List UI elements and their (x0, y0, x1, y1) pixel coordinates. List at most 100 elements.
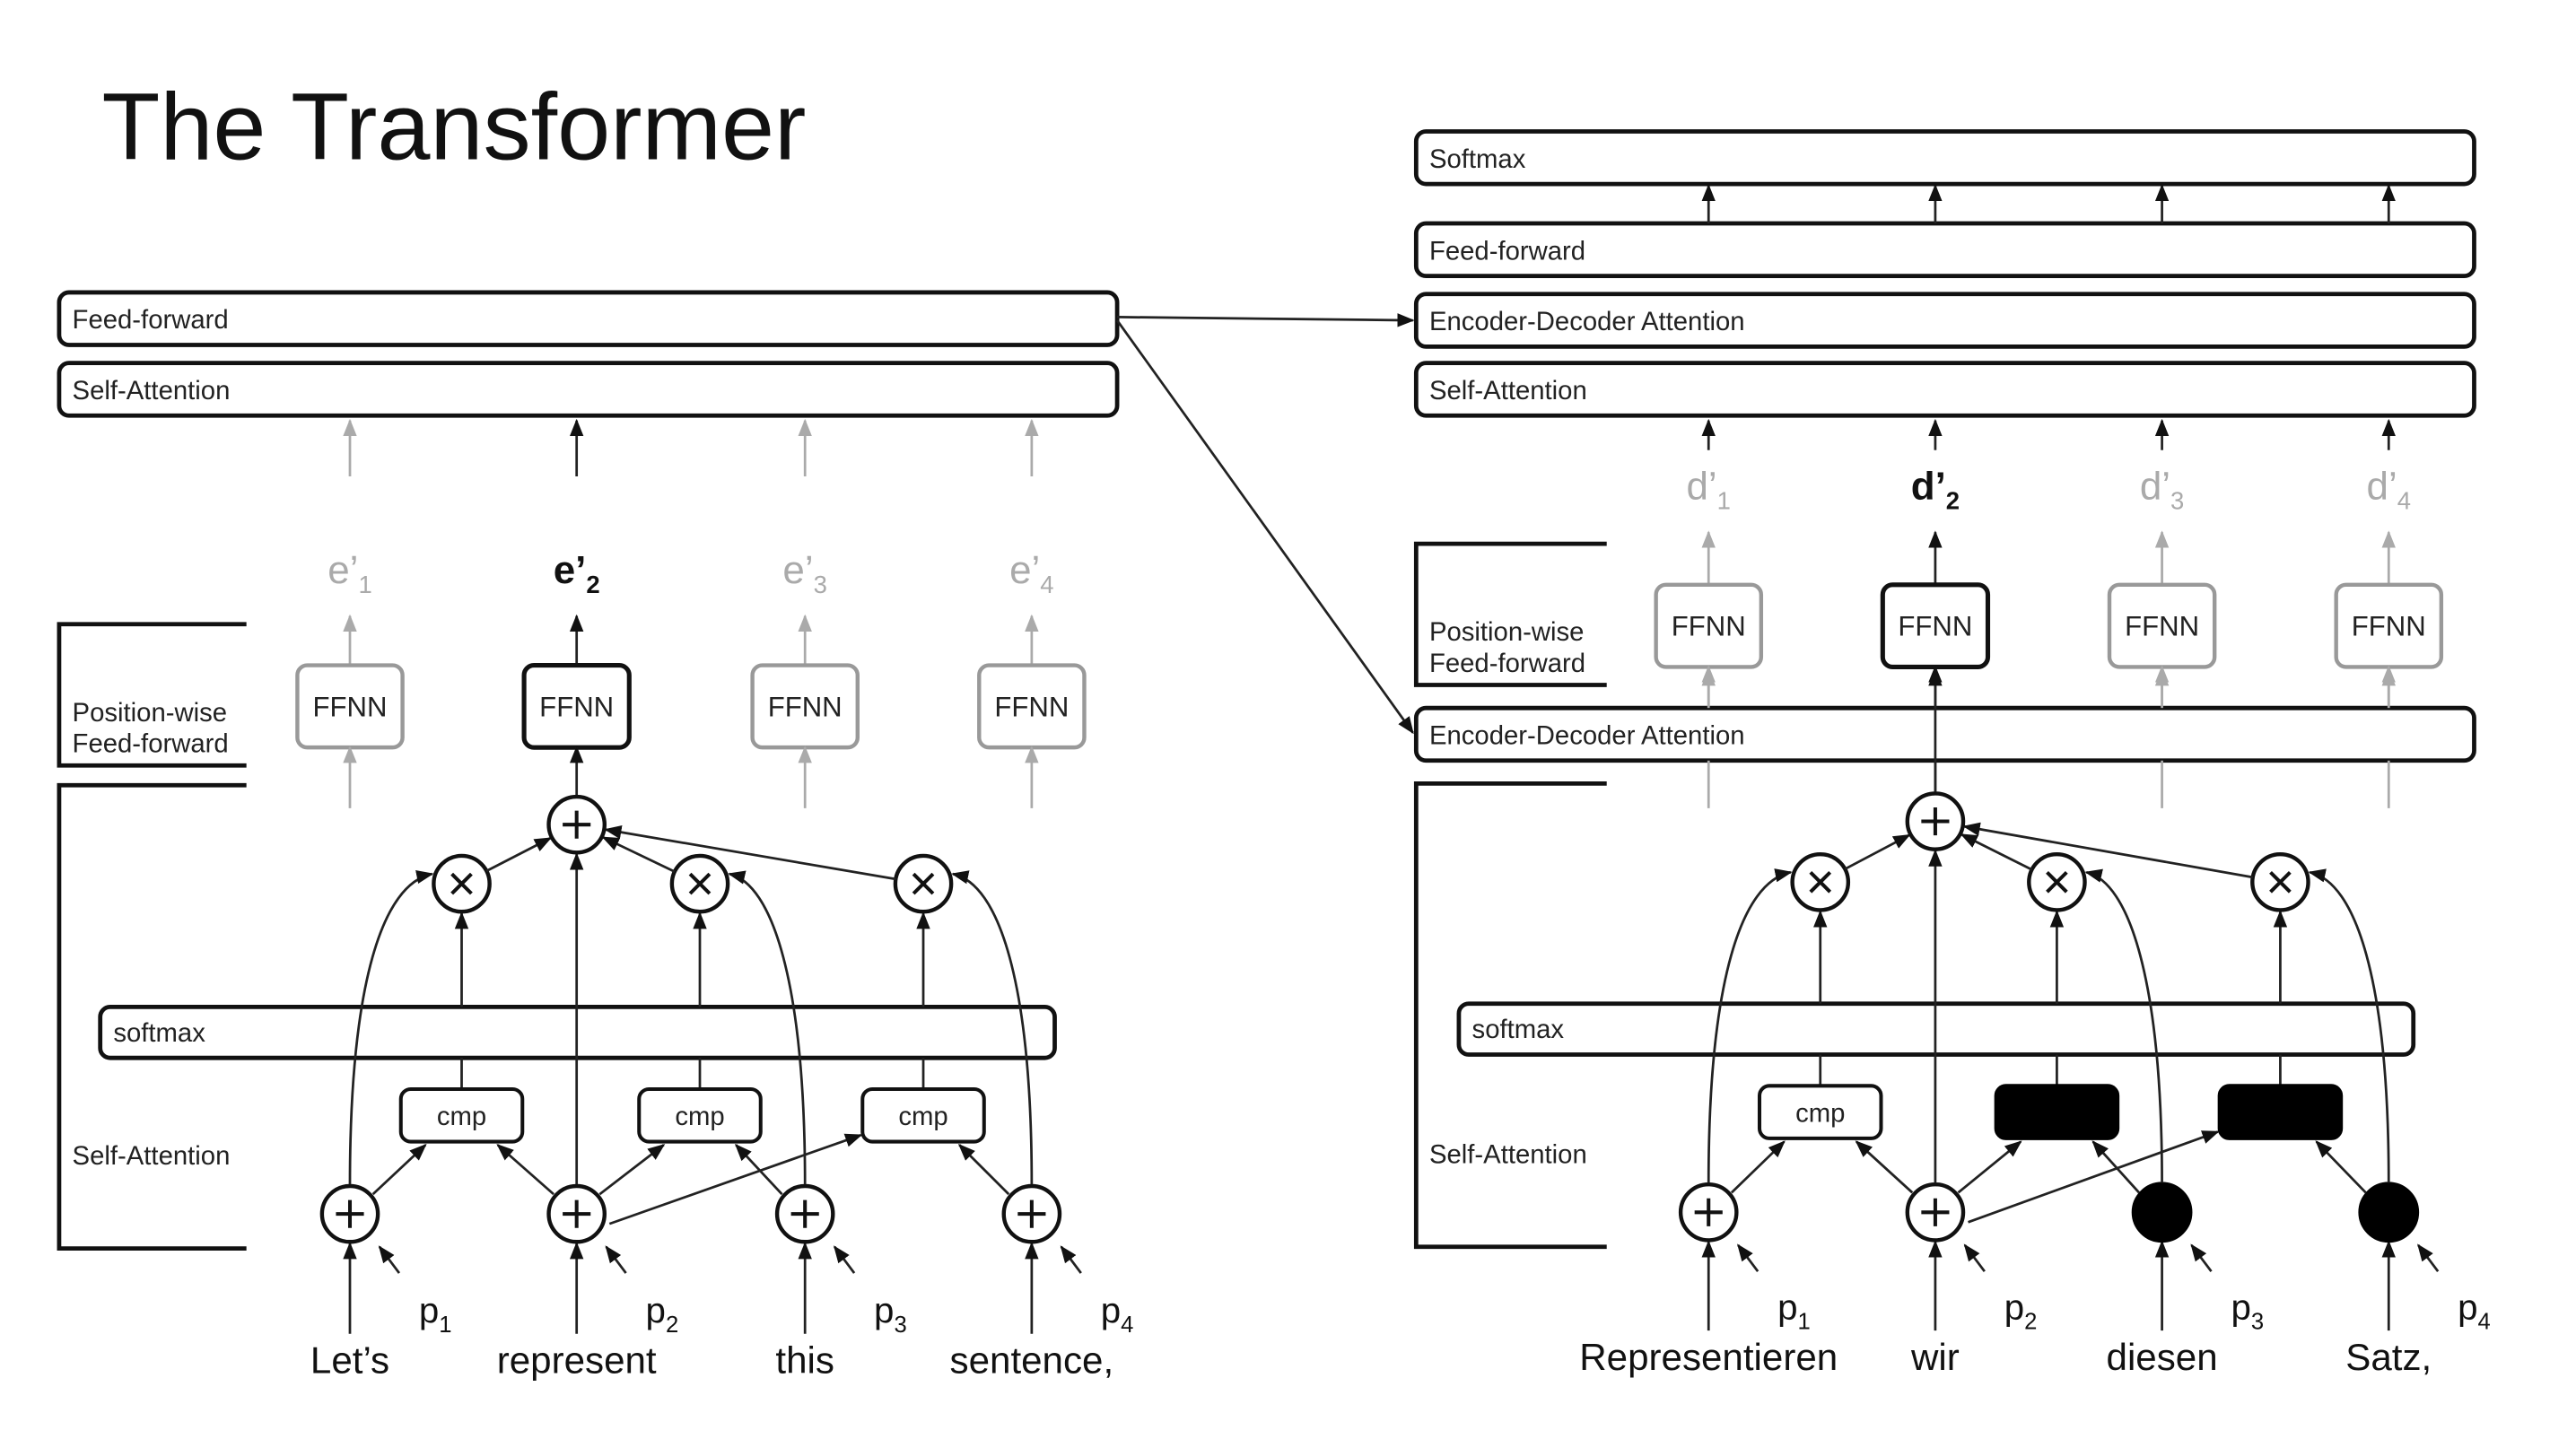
encoder: Feed-forward Self-Attention Position-wis… (57, 290, 1134, 1382)
decoder-position-4-main: p (2458, 1286, 2477, 1327)
decoder-column-4: d’4FFNNSatz,p4 (2334, 418, 2491, 1378)
decoder-position-4-sub: 4 (2478, 1309, 2491, 1334)
encoder-input-1-to-cmp-1 (371, 1143, 427, 1196)
encoder-output-1-label-main: e’ (327, 548, 358, 592)
encoder-position-1-sub: 1 (439, 1313, 451, 1338)
decoder-position-2-sub: 2 (2024, 1309, 2037, 1334)
encoder-input-2-to-cmp-2 (598, 1144, 666, 1196)
decoder-ffnn-1-label: FFNN (1672, 611, 1746, 642)
encoder-column-1: e’1FFNNLet’sp1 (295, 418, 452, 1382)
decoder-softmax-inner-label: softmax (1472, 1015, 1565, 1044)
decoder-position-2-arrow (1963, 1243, 1986, 1273)
encoder-multiply-1 (432, 853, 492, 914)
encoder-output-3-label-sub: 3 (814, 571, 827, 598)
decoder-multiply-2 (2027, 851, 2087, 912)
encoder-column-2: e’2FFNNrepresentp2 (497, 418, 679, 1382)
encoder-position-wise-label-2: Feed-forward (73, 729, 229, 759)
encoder-output-2-label-sub: 2 (586, 571, 599, 598)
encoder-column-4: e’4FFNNsentence,p4 (950, 418, 1134, 1382)
encoder-position-2-main: p (646, 1290, 666, 1330)
decoder-output-2-label-sub: 2 (1946, 487, 1960, 515)
decoder-weighted-sum (1905, 791, 1966, 851)
decoder-word-2: wir (1910, 1336, 1960, 1378)
encoder-output-1-label: e’1 (327, 548, 371, 598)
decoder-output-4-label-sub: 4 (2397, 487, 2411, 515)
decoder-cmp-2-masked (1994, 1084, 2120, 1140)
encoder-cmp-1-label: cmp (437, 1102, 486, 1131)
decoder-input-1-to-cmp-1 (1730, 1140, 1786, 1194)
encoder-position-3: p3 (874, 1290, 907, 1338)
encoder-position-2-arrow (605, 1245, 627, 1274)
decoder-output-3-label-main: d’ (2140, 465, 2170, 509)
decoder-multiply-3-to-sum (1962, 822, 2254, 879)
decoder-ffnn-3-label: FFNN (2125, 611, 2199, 642)
encoder-position-3-sub: 3 (894, 1313, 906, 1338)
encoder-output-4-label-main: e’ (1009, 548, 1040, 592)
decoder-output-1-label-sub: 1 (1717, 487, 1731, 515)
decoder-output-1-label-main: d’ (1686, 465, 1716, 509)
transformer-diagram: The Transformer Feed-forward Self-Attent… (57, 74, 2491, 1382)
decoder-multiply-2-to-sum (1960, 833, 2033, 871)
encoder-position-wise-label-1: Position-wise (73, 698, 228, 728)
decoder-column-3: d’3FFNNdiesenp3 (2107, 418, 2264, 1378)
decoder-output-1-label: d’1 (1686, 465, 1730, 515)
encoder-output-3-label-main: e’ (782, 548, 813, 592)
encoder-self-attention-side-label: Self-Attention (73, 1141, 231, 1171)
encoder-position-2-sub: 2 (666, 1313, 678, 1338)
encoder-word-1: Let’s (310, 1339, 389, 1382)
decoder-input-1-sum (1678, 1182, 1739, 1243)
encoder-column-3: e’3FFNNthisp3 (750, 418, 907, 1382)
encoder-multiply-3-to-sum (604, 825, 896, 881)
encoder-output-2-label-main: e’ (554, 548, 587, 592)
decoder-feed-forward-label: Feed-forward (1429, 236, 1585, 266)
decoder-position-3-main: p (2231, 1286, 2250, 1327)
encoder-input-3-to-cmp-2 (734, 1143, 783, 1196)
decoder-input-4-masked (2358, 1182, 2420, 1243)
encoder-output-2-label: e’2 (554, 548, 600, 598)
encoder-output-3-label: e’3 (782, 548, 826, 598)
decoder-self-attention-side-label: Self-Attention (1429, 1139, 1587, 1169)
decoder-input-2-to-cmp-1 (1855, 1140, 1914, 1194)
decoder-input-3-to-cmp-2 (2091, 1140, 2140, 1194)
decoder-position-3-sub: 3 (2251, 1309, 2264, 1334)
decoder-word-4: Satz, (2345, 1336, 2432, 1378)
encoder-cmp-2-label: cmp (675, 1102, 724, 1131)
decoder-position-wise-label-2: Feed-forward (1429, 649, 1585, 678)
decoder-position-wise-label-1: Position-wise (1429, 617, 1585, 647)
decoder-output-2-label-main: d’ (1911, 465, 1946, 509)
encoder-softmax-label: softmax (113, 1018, 205, 1048)
decoder-output-2-label: d’2 (1911, 465, 1960, 515)
decoder-enc-dec-attention-lower-label: Encoder-Decoder Attention (1429, 720, 1745, 750)
encoder-position-4: p4 (1101, 1290, 1134, 1338)
decoder-input-2-to-cmp-2 (1957, 1140, 2022, 1194)
slide-title: The Transformer (102, 74, 807, 180)
encoder-input-4-sum (1001, 1183, 1062, 1244)
decoder-cmp-1-label: cmp (1795, 1099, 1845, 1129)
encoder-output-4-label: e’4 (1009, 548, 1053, 598)
encoder-ffnn-3-label: FFNN (768, 691, 843, 722)
encoder-feed-forward-label: Feed-forward (73, 305, 229, 335)
decoder-ffnn-4-label: FFNN (2352, 611, 2426, 642)
encoder-word-3: this (775, 1339, 834, 1382)
decoder-multiply-1-to-sum (1844, 833, 1911, 870)
encoder-multiply-1-to-sum (485, 837, 553, 873)
encoder-output-1-label-sub: 1 (358, 571, 371, 598)
encoder-ffnn-4-label: FFNN (994, 691, 1069, 722)
decoder-position-2-main: p (2004, 1286, 2024, 1327)
decoder-position-1: p1 (1777, 1286, 1811, 1334)
decoder-output-4-label-main: d’ (2367, 465, 2397, 509)
decoder-position-1-main: p (1777, 1286, 1797, 1327)
decoder-position-4: p4 (2458, 1286, 2491, 1334)
encoder-position-2: p2 (646, 1290, 679, 1338)
decoder-position-3: p3 (2231, 1286, 2264, 1334)
encoder-output-4-label-sub: 4 (1040, 571, 1053, 598)
encoder-position-1-arrow (378, 1245, 401, 1274)
decoder-multiply-3 (2250, 851, 2310, 912)
decoder-input-2-sum (1905, 1182, 1966, 1243)
decoder-position-4-arrow (2417, 1243, 2440, 1273)
encoder-to-decoder-arrow-top (1117, 313, 1415, 327)
decoder-position-1-sub: 1 (1798, 1309, 1811, 1334)
decoder-multiply-1 (1790, 851, 1851, 912)
decoder-encoder-decoder-attention-label: Encoder-Decoder Attention (1429, 307, 1745, 336)
decoder-input-4-to-cmp-3 (2315, 1140, 2367, 1194)
